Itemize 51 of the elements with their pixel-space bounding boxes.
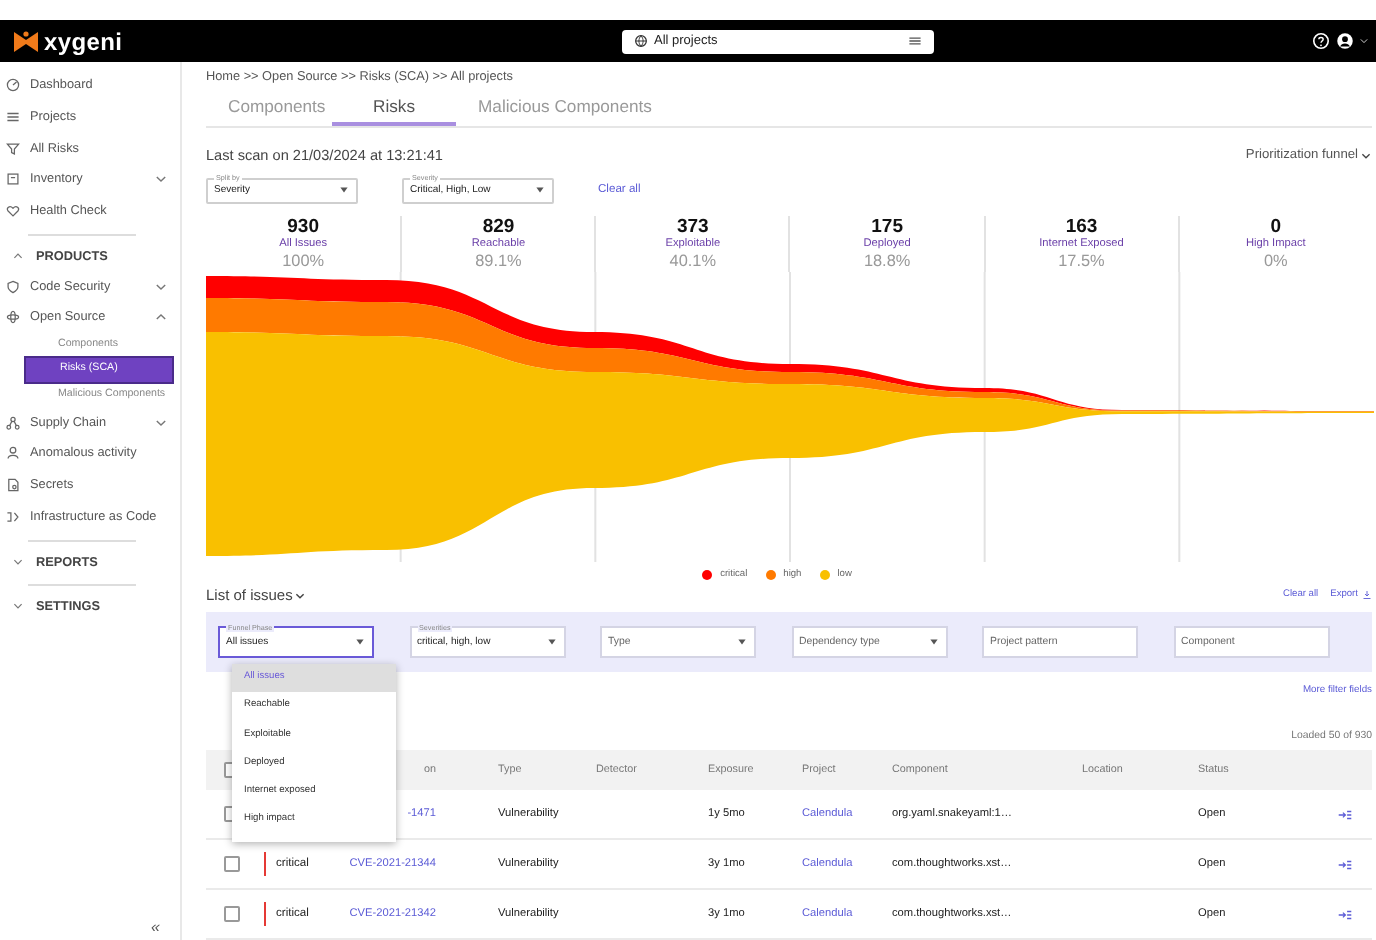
caret-icon bbox=[545, 636, 557, 648]
help-icon[interactable] bbox=[1312, 32, 1330, 50]
arrow-into-list-icon[interactable] bbox=[1338, 807, 1352, 821]
chevron-down-icon bbox=[294, 589, 307, 602]
chevron-down-icon[interactable] bbox=[154, 279, 168, 294]
user-icon[interactable] bbox=[1336, 32, 1354, 50]
checkbox[interactable] bbox=[224, 906, 240, 922]
stage-percent: 17.5% bbox=[1056, 252, 1107, 271]
tab[interactable]: Risks bbox=[332, 90, 456, 126]
document-icon bbox=[6, 478, 20, 493]
download-icon bbox=[1362, 590, 1372, 601]
checkbox[interactable] bbox=[224, 856, 240, 872]
logo-icon bbox=[12, 29, 40, 53]
stage-percent: 100% bbox=[280, 252, 327, 271]
stage-percent: 18.8% bbox=[861, 252, 913, 271]
funnel-icon bbox=[6, 141, 20, 156]
chevron-down-icon[interactable] bbox=[12, 600, 24, 613]
stage-percent: 89.1% bbox=[473, 252, 524, 271]
caret-icon bbox=[927, 636, 939, 648]
caret-icon bbox=[354, 636, 366, 648]
stage-count: 175 bbox=[871, 216, 903, 239]
caret-icon bbox=[338, 184, 350, 197]
stage-count: 0 bbox=[1269, 216, 1282, 239]
chevron-down-icon[interactable] bbox=[12, 556, 24, 569]
gauge-icon bbox=[6, 78, 20, 93]
heart-icon bbox=[6, 204, 20, 219]
caret-icon bbox=[534, 184, 546, 197]
chevron-down-icon[interactable] bbox=[154, 415, 168, 430]
stage-percent: 0% bbox=[1261, 252, 1290, 271]
arrow-into-list-icon[interactable] bbox=[1338, 907, 1352, 921]
chevron-up-icon[interactable] bbox=[12, 250, 24, 263]
stage-count: 829 bbox=[482, 216, 515, 239]
list-icon bbox=[6, 110, 20, 125]
logo-text: xygeni bbox=[44, 27, 123, 55]
atom-icon bbox=[6, 310, 20, 325]
stage-count: 373 bbox=[676, 216, 709, 239]
chevron-down-icon bbox=[1360, 149, 1372, 162]
stage-count: 163 bbox=[1065, 216, 1098, 239]
shield-icon bbox=[6, 279, 20, 294]
caret-icon bbox=[736, 636, 748, 648]
network-icon bbox=[6, 415, 20, 430]
chevron-up-icon[interactable] bbox=[154, 310, 168, 325]
code-icon bbox=[6, 509, 20, 524]
globe-icon bbox=[634, 34, 648, 48]
stage-percent: 40.1% bbox=[667, 252, 719, 271]
stage-count: 930 bbox=[287, 216, 319, 239]
arrow-into-list-icon[interactable] bbox=[1338, 857, 1352, 871]
chevron-down-icon[interactable] bbox=[154, 172, 168, 187]
collapse-button[interactable]: « bbox=[151, 918, 160, 936]
person-icon bbox=[6, 446, 20, 461]
box-icon bbox=[6, 172, 20, 187]
